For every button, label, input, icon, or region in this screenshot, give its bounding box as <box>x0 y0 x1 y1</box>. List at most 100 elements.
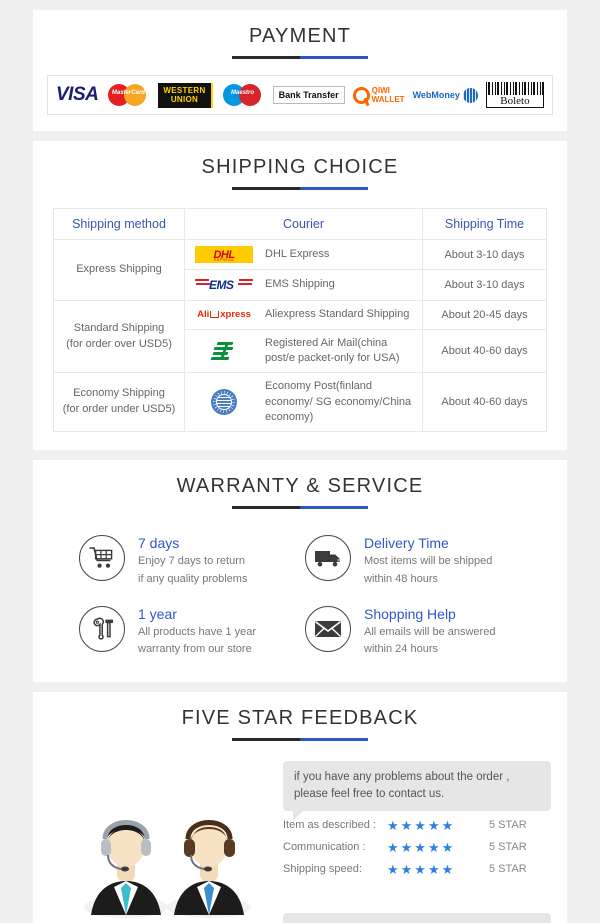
warranty-item-help: Shopping Help All emails will be answere… <box>305 605 521 658</box>
rule-blue <box>300 737 368 741</box>
rating-list: Item as described : ★★★★★ 5 STAR Communi… <box>283 819 527 885</box>
payment-title: PAYMENT <box>248 25 352 47</box>
method-line-2: (for order under USD5) <box>62 403 176 416</box>
cell-shipping-method: Standard Shipping (for order over USD5) <box>53 300 185 374</box>
shipping-title: SHIPPING CHOICE <box>201 156 399 178</box>
aliexpress-logo: Ali xpress <box>197 309 251 321</box>
shopping-cart-icon <box>79 535 125 582</box>
cell-courier: Ali xpress Aliexpress Standard Shipping <box>184 300 423 330</box>
dhl-logo: DHL EXPRESS <box>193 246 255 264</box>
method-line-1: Economy Shipping <box>73 387 165 400</box>
warranty-items: 7 days Enjoy 7 days to return if any qua… <box>79 535 521 657</box>
star-rating-icon: ★★★★★ <box>387 861 456 877</box>
promo-page: PAYMENT VISA MasterCard WESTERN UNION Ma… <box>0 0 600 923</box>
tools-icon <box>79 605 125 652</box>
warranty-item-title: 1 year <box>138 605 177 622</box>
agent-female <box>167 819 251 918</box>
bank-transfer-label: Bank Transfer <box>272 86 345 104</box>
cell-shipping-time: About 20-45 days <box>422 300 547 330</box>
rule-dark <box>232 737 300 741</box>
warranty-item-line2: within 48 hours <box>364 572 438 585</box>
cell-courier: Economy Post(finland economy/ SG economy… <box>184 372 423 433</box>
rule-blue <box>300 506 368 510</box>
courier-name: Economy Post(finland economy/ SG economy… <box>265 380 412 424</box>
feedback-body: if you have any problems about the order… <box>47 760 553 923</box>
courier-name: Registered Air Mail(china post/e packet-… <box>265 336 400 364</box>
rating-row: Communication : ★★★★★ 5 STAR <box>283 841 527 854</box>
warranty-item-line2: warranty from our store <box>138 642 252 655</box>
qiwi-wallet-logo: QIWI WALLET <box>352 80 405 110</box>
warranty-item-title: 7 days <box>138 535 180 552</box>
rule-dark <box>232 187 300 190</box>
payment-section: PAYMENT VISA MasterCard WESTERN UNION Ma… <box>33 10 567 131</box>
column-courier: Courier <box>184 207 423 241</box>
western-union-line2: UNION <box>170 95 199 104</box>
warranty-item-line1: Enjoy 7 days to return <box>138 555 246 568</box>
warranty-title: WARRANTY & SERVICE <box>176 475 424 498</box>
support-agents-illustration <box>81 803 261 923</box>
warranty-item-line1: All products have 1 year <box>138 625 257 638</box>
contact-bubble-line1: if you have any problems about the order… <box>294 770 510 783</box>
maestro-label: Maestro <box>231 90 255 96</box>
cell-shipping-time: About 3-10 days <box>422 239 547 271</box>
courier-name: Aliexpress Standard Shipping <box>265 308 410 321</box>
cell-shipping-time: About 40-60 days <box>422 372 547 433</box>
method-line-2: (for order over USD5) <box>66 337 172 350</box>
western-union-logo: WESTERN UNION <box>158 80 213 110</box>
contact-bubble-line2: please feel free to contact us. <box>294 787 445 800</box>
webmoney-globe-icon <box>462 87 478 103</box>
warranty-section: WARRANTY & SERVICE 7 days Enjoy 7 days t… <box>33 460 567 682</box>
webmoney-logo: WebMoney <box>413 80 478 110</box>
cell-shipping-method: Economy Shipping (for order under USD5) <box>53 372 185 433</box>
agent-male <box>84 819 168 918</box>
warranty-item-line1: Most items will be shipped <box>364 555 493 568</box>
heading-rule <box>232 187 368 190</box>
payment-methods-row: VISA MasterCard WESTERN UNION Maestro Ba… <box>47 75 553 115</box>
warranty-item-title: Shopping Help <box>364 605 456 622</box>
cell-shipping-time: About 3-10 days <box>422 269 547 302</box>
visa-label: VISA <box>56 84 99 105</box>
warranty-item-line2: within 24 hours <box>364 642 438 655</box>
heading-rule <box>232 56 368 59</box>
star-rating-icon: ★★★★★ <box>387 839 456 855</box>
maestro-logo: Maestro <box>221 80 265 110</box>
warranty-item-line1: All emails will be answered <box>364 625 496 638</box>
envelope-icon <box>305 605 351 652</box>
qiwi-icon <box>352 86 370 104</box>
feedback-section: FIVE STAR FEEDBACK if you have any probl… <box>33 691 567 923</box>
star-rating-icon: ★★★★★ <box>387 817 456 833</box>
courier-name: EMS Shipping <box>265 278 335 291</box>
shipping-table: Shipping method Courier Shipping Time Ex… <box>53 207 547 433</box>
column-shipping-method: Shipping method <box>53 207 185 241</box>
china-post-logo <box>193 340 255 362</box>
qiwi-line1: QIWI <box>371 86 390 95</box>
rating-label: Item as described : <box>283 819 376 832</box>
feedback-heading: FIVE STAR FEEDBACK <box>43 706 557 741</box>
warranty-item-line2: if any quality problems <box>138 572 248 585</box>
cell-courier: Registered Air Mail(china post/e packet-… <box>184 328 423 374</box>
contact-bubble: if you have any problems about the order… <box>283 760 551 821</box>
payment-heading: PAYMENT <box>43 24 557 59</box>
warranty-item-return: 7 days Enjoy 7 days to return if any qua… <box>79 535 295 587</box>
rating-value: 5 STAR <box>489 819 527 832</box>
table-row: Standard Shipping (for order over USD5) … <box>53 300 547 374</box>
delivery-truck-icon <box>305 535 351 582</box>
webmoney-label: WebMoney <box>412 90 460 100</box>
heading-rule <box>232 737 368 741</box>
western-union-line1: WESTERN <box>163 85 206 95</box>
heading-rule <box>232 506 368 510</box>
warranty-item-guarantee: 1 year All products have 1 year warranty… <box>79 605 295 658</box>
rule-blue <box>300 187 368 190</box>
shipping-section: SHIPPING CHOICE Shipping method Courier … <box>33 141 567 451</box>
table-row: Express Shipping DHL EXPRESS DHL Express … <box>53 239 547 302</box>
visa-logo: VISA <box>56 80 99 110</box>
rating-value: 5 STAR <box>489 863 527 876</box>
boleto-label: Boleto <box>485 95 544 108</box>
rating-label: Shipping speed: <box>283 863 362 876</box>
feedback-title: FIVE STAR FEEDBACK <box>181 706 419 729</box>
table-row: Economy Shipping (for order under USD5) … <box>53 372 547 433</box>
barcode-icon <box>485 82 544 95</box>
column-shipping-time: Shipping Time <box>422 207 547 241</box>
rating-value: 5 STAR <box>489 841 527 854</box>
cell-courier: EMS EMS Shipping <box>184 269 423 302</box>
